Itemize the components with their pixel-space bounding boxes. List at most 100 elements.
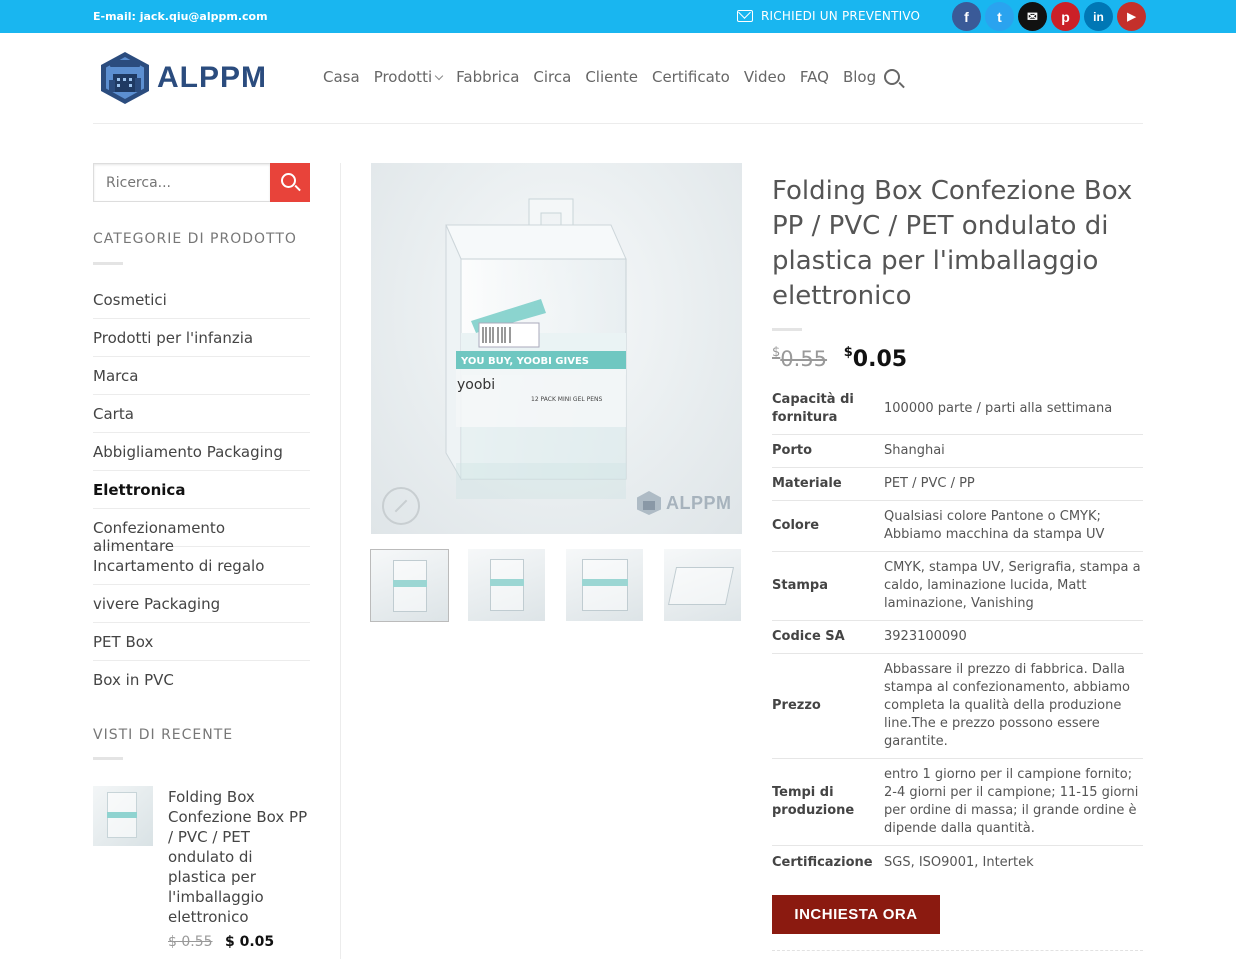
box-pack-text: 12 PACK MINI GEL PENS	[531, 396, 603, 403]
categories-heading-rule	[93, 262, 123, 265]
spec-row: Stampa CMYK, stampa UV, Serigrafia, stam…	[772, 552, 1143, 621]
recent-heading: VISTI DI RECENTE	[93, 727, 234, 743]
category-item-alimentare[interactable]: Confezionamento alimentare	[93, 509, 310, 555]
spec-row: Tempi di produzione entro 1 giorno per i…	[772, 759, 1143, 846]
thumb-band	[107, 812, 137, 818]
nav-item-video[interactable]: Video	[744, 68, 786, 86]
product-box-illustration: YOU BUY, YOOBI GIVES yoobi 12 PACK MINI …	[445, 198, 627, 499]
search-icon	[281, 173, 296, 188]
recent-heading-rule	[93, 757, 123, 760]
category-item-marca[interactable]: Marca	[93, 357, 310, 395]
spec-value: Shanghai	[884, 443, 945, 458]
nav-item-circa[interactable]: Circa	[533, 68, 571, 86]
box-brand-text: yoobi	[457, 377, 495, 393]
old-price: $0.55	[772, 345, 828, 371]
search-icon[interactable]	[884, 69, 900, 85]
spec-key: Codice SA	[772, 629, 845, 644]
sidebar-divider	[340, 163, 341, 959]
spec-value: 3923100090	[884, 629, 967, 644]
spec-key: Certificazione	[772, 854, 873, 870]
nav-item-faq[interactable]: FAQ	[800, 68, 829, 86]
bottom-divider	[772, 950, 1143, 951]
recent-item-price: $ 0.55 $ 0.05	[168, 934, 274, 950]
contact-email[interactable]: E-mail: jack.qiu@alppm.com	[93, 10, 268, 23]
gallery-thumb-3[interactable]	[566, 549, 643, 621]
category-item-pet-box[interactable]: PET Box	[93, 623, 310, 661]
recent-new-price: $ 0.05	[224, 934, 275, 950]
spec-value: PET / PVC / PP	[884, 476, 975, 491]
new-price-currency: $	[843, 345, 853, 360]
spec-key: Prezzo	[772, 698, 821, 713]
recent-item-title[interactable]: Folding Box Confezione Box PP / PVC / PE…	[168, 787, 308, 927]
spec-row: Prezzo Abbassare il prezzo di fabbrica. …	[772, 654, 1143, 759]
recent-item-thumbnail[interactable]	[93, 786, 153, 846]
expand-icon[interactable]	[382, 487, 420, 525]
nav-item-casa[interactable]: Casa	[323, 68, 360, 86]
request-quote-link[interactable]: RICHIEDI UN PREVENTIVO	[737, 9, 920, 23]
envelope-icon	[737, 10, 753, 22]
spec-row: Porto Shanghai	[772, 435, 1143, 468]
request-quote-label: RICHIEDI UN PREVENTIVO	[761, 9, 921, 23]
social-icons: f t ✉ p in ▶	[952, 2, 1146, 31]
watermark-text: ALPPM	[666, 492, 732, 513]
gallery-thumb-2[interactable]	[468, 549, 545, 621]
spec-value: 100000 parte / parti alla settimana	[884, 400, 1113, 416]
category-item-cosmetici[interactable]: Cosmetici	[93, 281, 310, 319]
category-item-vivere[interactable]: vivere Packaging	[93, 585, 310, 623]
header-divider	[93, 123, 1143, 124]
category-item-abbigliamento[interactable]: Abbigliamento Packaging	[93, 433, 310, 471]
old-price-value: 0.55	[780, 347, 828, 371]
inquiry-button[interactable]: INCHIESTA ORA	[772, 895, 940, 934]
category-item-elettronica[interactable]: Elettronica	[93, 471, 310, 509]
nav-item-fabbrica[interactable]: Fabbrica	[456, 68, 519, 86]
search-input[interactable]	[93, 163, 270, 202]
linkedin-icon[interactable]: in	[1084, 2, 1113, 31]
product-main-image[interactable]: YOU BUY, YOOBI GIVES yoobi 12 PACK MINI …	[371, 163, 742, 534]
category-item-carta[interactable]: Carta	[93, 395, 310, 433]
site-logo[interactable]: ALPPM	[99, 50, 267, 106]
spec-key: Porto	[772, 443, 813, 458]
nav-item-certificato[interactable]: Certificato	[652, 68, 730, 86]
spec-table: Capacità di fornitura 100000 parte / par…	[772, 383, 1143, 879]
pinterest-icon[interactable]: p	[1051, 2, 1080, 31]
chevron-down-icon	[434, 71, 444, 81]
search-button[interactable]	[270, 163, 310, 202]
gallery-thumb-1[interactable]	[370, 549, 449, 622]
spec-key: Colore	[772, 518, 820, 533]
spec-row: Capacità di fornitura 100000 parte / par…	[772, 383, 1143, 435]
nav-item-cliente[interactable]: Cliente	[585, 68, 638, 86]
spec-key: Tempi di produzione	[772, 785, 855, 818]
spec-value: entro 1 giorno per il campione fornito; …	[884, 767, 1139, 836]
category-list: Cosmetici Prodotti per l'infanzia Marca …	[93, 281, 310, 699]
watermark-logo-icon	[637, 491, 661, 515]
category-item-infanzia[interactable]: Prodotti per l'infanzia	[93, 319, 310, 357]
spec-row: Colore Qualsiasi colore Pantone o CMYK; …	[772, 501, 1143, 552]
spec-value: Abbassare il prezzo di fabbrica. Dalla s…	[884, 662, 1130, 749]
spec-value: SGS, ISO9001, Intertek	[884, 854, 1034, 870]
twitter-icon[interactable]: t	[985, 2, 1014, 31]
spec-row: Codice SA 3923100090	[772, 621, 1143, 654]
top-bar: E-mail: jack.qiu@alppm.com RICHIEDI UN P…	[0, 0, 1236, 33]
recent-old-price: $ 0.55	[168, 934, 213, 950]
spec-row: Materiale PET / PVC / PP	[772, 468, 1143, 501]
facebook-icon[interactable]: f	[952, 2, 981, 31]
box-label-text: YOU BUY, YOOBI GIVES	[460, 356, 589, 367]
youtube-icon[interactable]: ▶	[1117, 2, 1146, 31]
nav-item-blog[interactable]: Blog	[843, 68, 876, 86]
email-icon[interactable]: ✉	[1018, 2, 1047, 31]
spec-value: Qualsiasi colore Pantone o CMYK; Abbiamo…	[884, 509, 1105, 542]
product-title-rule	[772, 328, 802, 331]
category-item-pvc-box[interactable]: Box in PVC	[93, 661, 310, 699]
thumb-band	[582, 579, 628, 586]
logo-mark-icon	[99, 50, 151, 106]
new-price-value: 0.05	[852, 347, 908, 372]
old-price-currency: $	[772, 345, 781, 360]
logo-text: ALPPM	[157, 61, 267, 94]
spec-value: CMYK, stampa UV, Serigrafia, stampa a ca…	[884, 560, 1141, 611]
spec-row: Certificazione SGS, ISO9001, Intertek	[772, 846, 1143, 879]
nav-item-prodotti[interactable]: Prodotti	[374, 68, 444, 86]
image-watermark: ALPPM	[636, 490, 732, 516]
thumb-band	[393, 580, 427, 587]
gallery-thumb-4[interactable]	[664, 549, 741, 621]
spec-key: Capacità di fornitura	[772, 391, 854, 425]
